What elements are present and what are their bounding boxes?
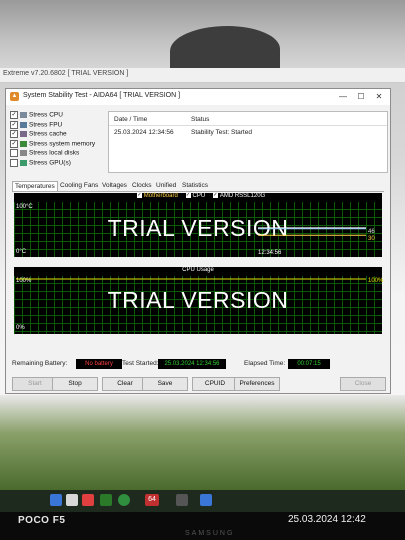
temperature-plot	[258, 227, 366, 236]
stress-disks-option[interactable]: Stress local disks	[10, 149, 106, 159]
cpuid-button[interactable]: CPUID	[192, 377, 238, 391]
tab-unified[interactable]: Unified	[154, 181, 178, 190]
disk-icon	[20, 150, 27, 156]
checkbox-unchecked[interactable]	[10, 158, 18, 167]
taskbar-app-icon[interactable]	[66, 494, 78, 506]
checkbox-checked[interactable]: ✓	[10, 139, 18, 148]
temperature-graph: ✓ Motherboard ✓ CPU ✓ AMD RSSL120G 100°C 0°…	[14, 193, 382, 257]
fpu-icon	[20, 121, 27, 128]
battery-label: Remaining Battery:	[12, 360, 68, 367]
wallpaper-rock	[170, 26, 280, 74]
stress-cpu-option[interactable]: ✓ Stress CPU	[10, 111, 106, 121]
background-window-bar: Extreme v7.20.6802 [ TRIAL VERSION ]	[0, 68, 405, 83]
stop-button[interactable]: Stop	[52, 377, 98, 391]
stress-fpu-option[interactable]: ✓ Stress FPU	[10, 120, 106, 131]
checkbox-unchecked[interactable]	[10, 149, 18, 157]
wallpaper-top	[0, 0, 405, 78]
taskbar-app-icon[interactable]	[118, 494, 130, 506]
taskbar-app-icon[interactable]	[100, 494, 112, 506]
tab-clocks[interactable]: Clocks	[130, 181, 154, 190]
aida64-taskbar-icon[interactable]: 64	[145, 494, 159, 506]
cpu-usage-value: 100%	[368, 278, 384, 284]
title-bar[interactable]: ▲ System Stability Test - AIDA64 [ TRIAL…	[6, 89, 390, 105]
column-header-datetime: Date / Time	[114, 116, 148, 123]
phone-watermark: POCO F5	[18, 515, 66, 526]
wallpaper-grass	[0, 395, 405, 490]
background-window-title: Extreme v7.20.6802 [ TRIAL VERSION ]	[3, 70, 129, 77]
maximize-button[interactable]: ☐	[354, 91, 368, 103]
stress-options: ✓ Stress CPU ✓ Stress FPU ✓ Stress cache ✓ S…	[10, 111, 106, 168]
preferences-button[interactable]: Preferences	[234, 377, 280, 391]
tab-voltages[interactable]: Voltages	[100, 181, 129, 190]
monitor-brand: SAMSUNG	[185, 530, 235, 537]
temp-value-motherboard: 30	[368, 236, 375, 242]
stress-memory-option[interactable]: ✓ Stress system memory	[10, 139, 106, 150]
cpu-icon	[20, 112, 27, 118]
cpu-usage-plot	[16, 278, 366, 280]
cpu-usage-graph: CPU Usage 100% 0% TRIAL VERSION 100%	[14, 267, 384, 334]
column-header-status: Status	[191, 116, 210, 123]
close-window-button[interactable]: ✕	[372, 91, 386, 103]
tab-cooling-fans[interactable]: Cooling Fans	[58, 181, 100, 190]
test-started-value: 25.03.2024 12:34:56	[158, 359, 226, 369]
checkbox-checked[interactable]: ✓	[10, 111, 18, 119]
taskbar-app-icon[interactable]	[82, 494, 94, 506]
elapsed-value: 00:07:15	[288, 359, 330, 369]
checkbox-checked[interactable]: ✓	[10, 120, 18, 129]
window-title: System Stability Test - AIDA64 [ TRIAL V…	[23, 92, 181, 99]
row-status: Stability Test: Started	[191, 129, 252, 136]
cache-icon	[20, 131, 27, 137]
tab-temperatures[interactable]: Temperatures	[12, 181, 58, 191]
temp-value-cpu: 46	[368, 229, 375, 235]
minimize-button[interactable]: —	[336, 91, 350, 103]
taskbar-app-icon[interactable]	[176, 494, 188, 506]
taskbar-app-icon[interactable]	[200, 494, 212, 506]
tab-statistics[interactable]: Statistics	[180, 181, 210, 190]
checkbox-checked[interactable]: ✓	[10, 130, 18, 138]
taskbar-app-icon[interactable]	[50, 494, 62, 506]
status-table: Date / Time Status 25.03.2024 12:34:56 S…	[108, 111, 388, 173]
elapsed-label: Elapsed Time:	[244, 360, 286, 367]
photo-timestamp: 25.03.2024 12:42	[288, 514, 366, 525]
test-started-label: Test Started:	[122, 360, 159, 367]
stability-test-window: ▲ System Stability Test - AIDA64 [ TRIAL…	[5, 88, 391, 394]
stress-gpu-option[interactable]: Stress GPU(s)	[10, 158, 106, 169]
stress-cache-option[interactable]: ✓ Stress cache	[10, 130, 106, 140]
memory-icon	[20, 140, 27, 147]
taskbar: 64	[0, 490, 405, 512]
temp-time-label: 12:34:56	[258, 250, 282, 256]
close-button[interactable]: Close	[340, 377, 386, 391]
save-button[interactable]: Save	[142, 377, 188, 391]
battery-value: No battery	[76, 359, 122, 369]
graph-tabs: Temperatures Cooling Fans Voltages Clock…	[12, 181, 384, 192]
gpu-icon	[20, 159, 27, 166]
row-datetime: 25.03.2024 12:34:56	[114, 129, 174, 136]
aida-flame-icon: ▲	[10, 92, 19, 101]
